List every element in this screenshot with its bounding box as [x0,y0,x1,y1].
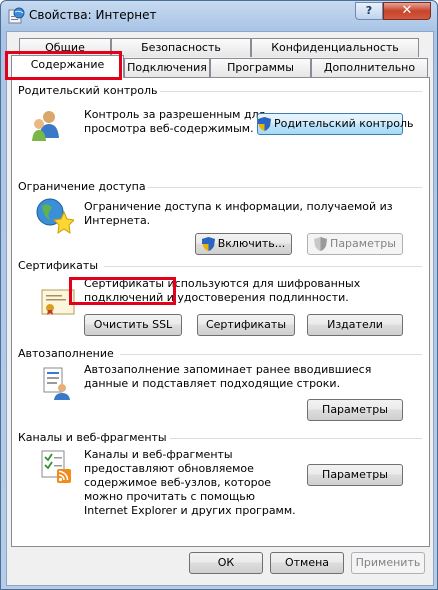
publishers-button[interactable]: Издатели [307,314,403,336]
parental-group-title: Родительский контроль [18,84,158,97]
cancel-button[interactable]: Отмена [270,552,344,574]
properties-window: Свойства: Интернет ? ✕ Общие Безопасност… [0,0,438,590]
ok-button[interactable]: ОК [189,552,263,574]
parental-control-icon [32,111,59,141]
tab-privacy[interactable]: Конфиденциальность [251,38,419,57]
group-divider [148,187,422,188]
uac-shield-icon [258,117,271,131]
parental-control-button[interactable]: Родительский контроль [257,113,414,135]
highlight-clear-ssl [69,277,176,305]
tab-advanced[interactable]: Дополнительно [311,58,428,77]
autocomplete-settings-button[interactable]: Параметры [307,399,403,421]
group-divider [170,438,422,439]
dialog-client: Общие Безопасность Конфиденциальность Со… [6,31,434,586]
autocomplete-icon [43,367,70,400]
tab-connections[interactable]: Подключения [124,58,210,77]
feeds-description: Каналы и веб-фрагменты предоставляют обн… [84,448,296,517]
feeds-group-title: Каналы и веб-фрагменты [18,431,167,444]
clear-ssl-button[interactable]: Очистить SSL [84,314,182,336]
feeds-icon [41,450,71,483]
certificates-group-title: Сертификаты [18,259,99,272]
tab-programs[interactable]: Программы [210,58,311,77]
uac-shield-icon [201,237,215,251]
uac-shield-icon [314,237,328,251]
apply-button[interactable]: Применить [351,552,425,574]
highlight-content-tab [5,51,122,80]
close-button[interactable]: ✕ [383,2,431,20]
access-group-title: Ограничение доступа [18,180,146,193]
group-divider [104,266,422,267]
parental-description: Контроль за разрешенным для просмотра ве… [84,108,266,135]
group-divider [120,354,422,355]
access-settings-button[interactable]: Параметры [307,233,403,255]
group-divider [160,91,422,92]
autocomplete-description: Автозаполнение запоминает ранее вводивши… [84,363,372,390]
window-title: Свойства: Интернет [29,8,157,22]
certificates-button[interactable]: Сертификаты [197,314,295,336]
autocomplete-group-title: Автозаполнение [18,347,114,360]
internet-options-icon [8,7,25,24]
feeds-settings-button[interactable]: Параметры [307,464,403,486]
content-tab-panel: Родительский контроль Контроль за разреш… [11,77,430,547]
title-bar[interactable]: Свойства: Интернет ? ✕ [1,1,437,31]
content-advisor-globe-icon [36,198,74,234]
help-button[interactable]: ? [355,2,383,20]
enable-content-advisor-button[interactable]: Включить... [195,233,292,255]
tab-security[interactable]: Безопасность [111,38,251,57]
access-description: Ограничение доступа к информации, получа… [84,200,393,227]
